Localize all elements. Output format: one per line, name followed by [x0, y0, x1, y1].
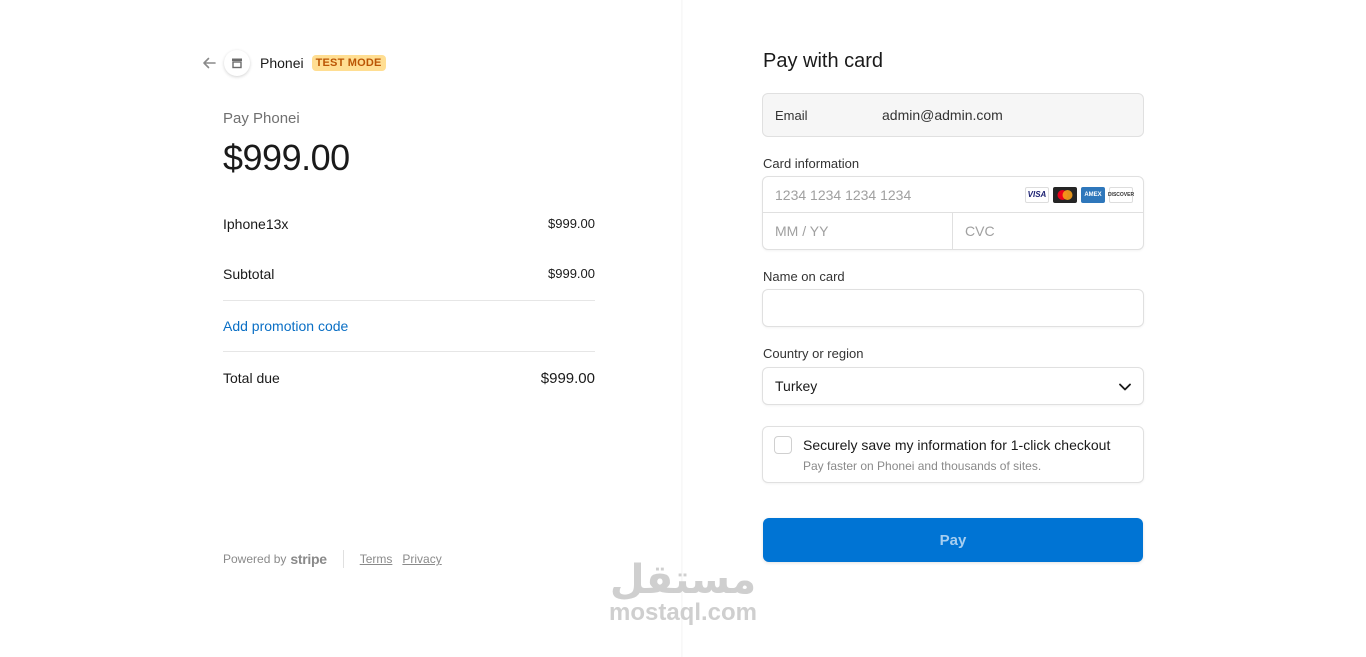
save-info-subtitle: Pay faster on Phonei and thousands of si…	[803, 459, 1042, 473]
total-amount: $999.00	[223, 137, 350, 178]
footer: Powered by stripe Terms Privacy	[223, 550, 452, 568]
divider	[223, 351, 595, 352]
card-brands: VISA AMEX DISCOVER	[1025, 186, 1134, 203]
watermark-arabic: مستقل	[609, 557, 757, 603]
merchant-name: Phonei	[260, 55, 304, 71]
email-label: Email	[775, 107, 808, 123]
cvc-field[interactable]: CVC	[953, 213, 1143, 249]
subtotal-row: Subtotal $999.00	[223, 266, 595, 282]
card-number-placeholder: 1234 1234 1234 1234	[775, 186, 912, 203]
add-promotion-code-link[interactable]: Add promotion code	[223, 318, 348, 334]
expiry-field[interactable]: MM / YY	[763, 213, 953, 249]
pay-label: Pay Phonei	[223, 110, 300, 127]
country-value: Turkey	[775, 378, 818, 394]
divider	[223, 300, 595, 301]
name-on-card-label: Name on card	[763, 269, 845, 284]
line-item-price: $999.00	[548, 216, 595, 231]
line-item-name: Iphone13x	[223, 216, 289, 232]
total-due-value: $999.00	[540, 370, 595, 387]
save-info-title: Securely save my information for 1-click…	[803, 437, 1111, 453]
email-value: admin@admin.com	[882, 107, 1003, 123]
visa-icon: VISA	[1025, 186, 1049, 203]
card-information-group: 1234 1234 1234 1234 VISA AMEX DISCOVER M…	[762, 176, 1144, 250]
discover-icon: DISCOVER	[1108, 186, 1134, 203]
form-title: Pay with card	[763, 50, 884, 72]
terms-link[interactable]: Terms	[360, 552, 393, 566]
subtotal-value: $999.00	[548, 266, 595, 281]
subtotal-label: Subtotal	[223, 266, 275, 282]
country-select[interactable]: Turkey	[762, 367, 1144, 405]
name-on-card-input[interactable]	[762, 289, 1144, 327]
email-field[interactable]: Email admin@admin.com	[762, 93, 1144, 137]
save-info-checkbox[interactable]	[774, 436, 792, 454]
country-label: Country or region	[763, 346, 864, 361]
line-item: Iphone13x $999.00	[223, 216, 595, 232]
privacy-link[interactable]: Privacy	[402, 552, 441, 566]
watermark: مستقل mostaql.com	[598, 560, 768, 626]
order-summary-panel: Phonei TEST MODE Pay Phonei $999.00 Ipho…	[0, 0, 683, 657]
footer-separator	[342, 550, 344, 568]
stripe-logo[interactable]: stripe	[290, 551, 327, 567]
card-information-label: Card information	[763, 156, 860, 171]
total-due-row: Total due $999.00	[223, 370, 595, 387]
mastercard-icon	[1053, 186, 1077, 203]
payment-form-panel: Pay with card Email admin@admin.com Card…	[683, 0, 1366, 657]
card-expiry-cvc-row: MM / YY CVC	[763, 213, 1143, 249]
pay-button[interactable]: Pay	[763, 518, 1143, 562]
merchant-header: Phonei TEST MODE	[200, 50, 386, 76]
card-number-field[interactable]: 1234 1234 1234 1234 VISA AMEX DISCOVER	[763, 177, 1143, 213]
amex-icon: AMEX	[1081, 186, 1105, 203]
store-icon	[224, 50, 250, 76]
total-due-label: Total due	[223, 370, 280, 386]
chevron-down-icon	[1119, 378, 1131, 394]
powered-by-label: Powered by	[223, 552, 287, 566]
test-mode-badge: TEST MODE	[311, 55, 386, 71]
watermark-latin: mostaql.com	[608, 599, 758, 626]
back-arrow-icon[interactable]	[200, 54, 218, 72]
save-info-option: Securely save my information for 1-click…	[762, 426, 1144, 483]
